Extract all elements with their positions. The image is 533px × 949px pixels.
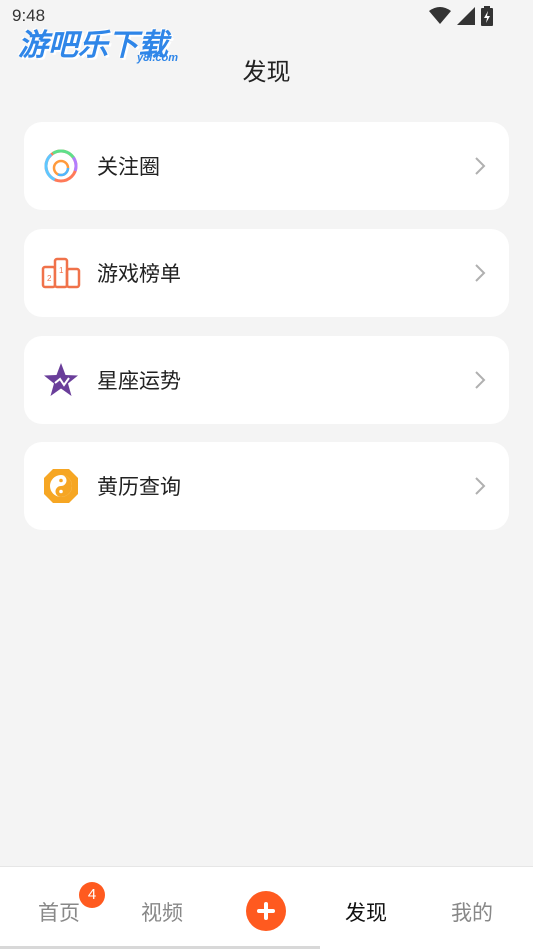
tab-video[interactable]: 视频: [141, 897, 183, 927]
item-label: 游戏榜单: [97, 262, 181, 286]
circle-ring-icon: [41, 146, 81, 186]
follow-circle-item[interactable]: 关注圈: [24, 122, 509, 210]
horoscope-item[interactable]: 星座运势: [24, 336, 509, 424]
tab-discover[interactable]: 发现: [345, 897, 387, 927]
wifi-icon: [429, 7, 451, 24]
item-label: 黄历查询: [97, 475, 181, 499]
item-label: 星座运势: [97, 369, 181, 393]
chevron-right-icon: [475, 477, 486, 495]
status-icons: [429, 6, 493, 26]
yinyang-icon: [41, 466, 81, 506]
game-ranking-item[interactable]: 2 1 游戏榜单: [24, 229, 509, 317]
page-title: 发现: [242, 58, 291, 86]
signal-icon: [457, 7, 475, 25]
game-cards-icon: 2 1: [41, 253, 81, 293]
star-icon: [41, 360, 81, 400]
item-label: 关注圈: [97, 155, 160, 179]
add-button[interactable]: [246, 891, 286, 931]
home-notification-badge: 4: [79, 882, 105, 908]
battery-icon: [481, 6, 493, 26]
chevron-right-icon: [475, 264, 486, 282]
plus-icon: [257, 902, 275, 920]
tab-mine[interactable]: 我的: [451, 897, 493, 927]
chevron-right-icon: [475, 371, 486, 389]
svg-text:2: 2: [47, 274, 52, 283]
chevron-right-icon: [475, 157, 486, 175]
bottom-tab-bar: 首页 4 视频 发现 我的: [0, 866, 533, 949]
almanac-item[interactable]: 黄历查询: [24, 442, 509, 530]
svg-text:1: 1: [59, 266, 64, 275]
tab-home[interactable]: 首页: [38, 897, 80, 927]
